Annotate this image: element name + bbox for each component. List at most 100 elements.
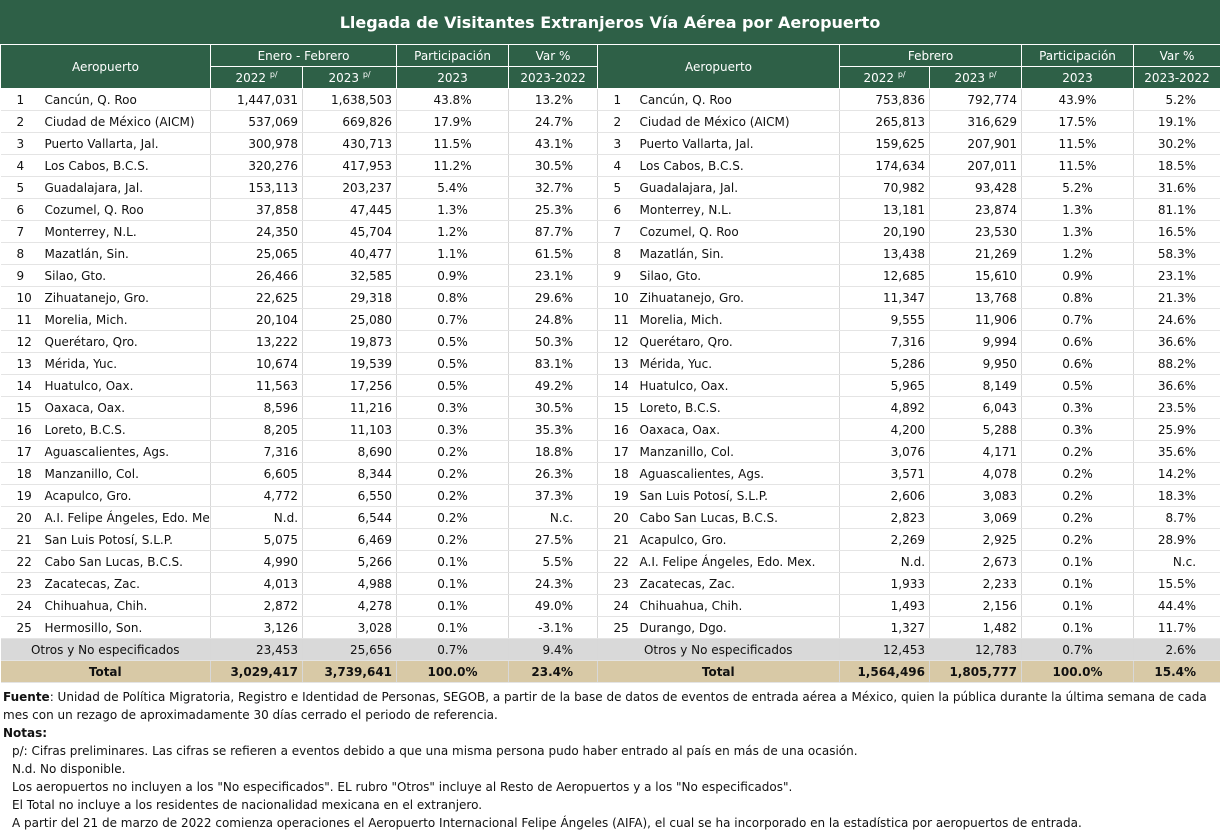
header-var-years: 2023-2022 [508,66,599,89]
value-2023-cell: 8,344 [302,462,398,485]
variation-cell: 27.5% [508,528,599,551]
table-row: 7 Cozumel, Q. Roo 20,190 23,530 1.3% 16.5% [597,220,1220,243]
rank-cell: 10 [597,286,636,309]
value-2023-cell: 6,043 [929,396,1023,419]
variation-cell: 14.2% [1133,462,1220,485]
value-2023-cell: 4,171 [929,440,1023,463]
page-title: Llegada de Visitantes Extranjeros Vía Aé… [0,0,1220,44]
value-2022-cell: 24,350 [210,220,304,243]
value-2022-cell: 5,286 [839,352,931,375]
header-2023: 2023 p/ [302,66,398,89]
table-row: 20 Cabo San Lucas, B.C.S. 2,823 3,069 0.2% 8.… [597,506,1220,529]
table-row: 4 Los Cabos, B.C.S. 174,634 207,011 11.5% 18.… [597,154,1220,177]
variation-cell: 8.7% [1133,506,1220,529]
variation-cell: 36.6% [1133,374,1220,397]
airport-name-cell: Puerto Vallarta, Jal. [635,132,841,155]
table-row: 4 Los Cabos, B.C.S. 320,276 417,953 11.2% 30.… [0,154,599,177]
participation-cell: 11.5% [396,132,510,155]
airport-name-cell: A.I. Felipe Ángeles, Edo. Mex. [635,550,841,573]
airport-name-cell: Cabo San Lucas, B.C.S. [40,550,212,573]
value-2022-cell: 1,447,031 [210,88,304,111]
airport-name-cell: Puerto Vallarta, Jal. [40,132,212,155]
variation-cell: 87.7% [508,220,599,243]
table-row: 10 Zihuatanejo, Gro. 22,625 29,318 0.8% 29.6% [0,286,599,309]
value-2023-cell: 2,925 [929,528,1023,551]
airport-name-cell: Zacatecas, Zac. [635,572,841,595]
rank-cell: 23 [597,572,636,595]
variation-cell: 49.0% [508,594,599,617]
value-2023-cell: 11,103 [302,418,398,441]
rank-cell: 18 [0,462,41,485]
table-row: 25 Hermosillo, Son. 3,126 3,028 0.1% -3.1% [0,616,599,639]
otros-row-label: Otros y No especificados [597,638,841,661]
airport-name-cell: Aguascalientes, Ags. [635,462,841,485]
airport-name-cell: Acapulco, Gro. [40,484,212,507]
participation-cell: 0.7% [396,308,510,331]
table-row: 8 Mazatlán, Sin. 25,065 40,477 1.1% 61.5% [0,242,599,265]
variation-cell: 49.2% [508,374,599,397]
value-2022-cell: 13,438 [839,242,931,265]
rank-cell: 7 [597,220,636,243]
value-2023-cell: 6,469 [302,528,398,551]
value-2022-cell: 2,872 [210,594,304,617]
value-2022-cell: 1,564,496 [839,660,931,683]
value-2022-cell: 4,013 [210,572,304,595]
notas-label: Notas: [3,726,48,740]
variation-cell: 13.2% [508,88,599,111]
airport-name-cell: Aguascalientes, Ags. [40,440,212,463]
value-2022-cell: 159,625 [839,132,931,155]
table-row: 19 San Luis Potosí, S.L.P. 2,606 3,083 0.2% 1… [597,484,1220,507]
variation-cell: 18.3% [1133,484,1220,507]
value-2022-cell: 4,990 [210,550,304,573]
table-row: 22 Cabo San Lucas, B.C.S. 4,990 5,266 0.1% 5.… [0,550,599,573]
header-aeropuerto: Aeropuerto [596,44,841,89]
table-row: 21 Acapulco, Gro. 2,269 2,925 0.2% 28.9% [597,528,1220,551]
variation-cell: 19.1% [1133,110,1220,133]
participation-cell: 0.5% [396,330,510,353]
value-2023-cell: 15,610 [929,264,1023,287]
table-row: 3 Puerto Vallarta, Jal. 159,625 207,901 11.5… [597,132,1220,155]
table-row: 25 Durango, Dgo. 1,327 1,482 0.1% 11.7% [597,616,1220,639]
value-2023-cell: 1,482 [929,616,1023,639]
variation-cell: 30.5% [508,154,599,177]
airport-name-cell: Hermosillo, Son. [40,616,212,639]
participation-cell: 0.2% [396,440,510,463]
airport-name-cell: A.I. Felipe Ángeles, Edo. Mex [40,506,212,529]
rank-cell: 19 [597,484,636,507]
value-2023-cell: 316,629 [929,110,1023,133]
participation-cell: 5.2% [1021,176,1135,199]
value-2023-cell: 417,953 [302,154,398,177]
rank-cell: 5 [597,176,636,199]
value-2023-cell: 23,874 [929,198,1023,221]
rank-cell: 17 [597,440,636,463]
variation-cell: 23.1% [508,264,599,287]
rank-cell: 11 [0,308,41,331]
value-2023-cell: 25,656 [302,638,398,661]
table-row: 1 Cancún, Q. Roo 1,447,031 1,638,503 43.8% 13… [0,88,599,111]
table-row: 6 Cozumel, Q. Roo 37,858 47,445 1.3% 25.3% [0,198,599,221]
rank-cell: 22 [597,550,636,573]
rank-cell: 22 [0,550,41,573]
value-2023-cell: 13,768 [929,286,1023,309]
total-row-label: Total [597,660,841,683]
rank-cell: 17 [0,440,41,463]
value-2023-cell: 29,318 [302,286,398,309]
rank-cell: 24 [597,594,636,617]
value-2022-cell: 23,453 [210,638,304,661]
rank-cell: 8 [597,242,636,265]
variation-cell: 9.4% [508,638,599,661]
table-row: 16 Loreto, B.C.S. 8,205 11,103 0.3% 35.3% [0,418,599,441]
participation-cell: 43.9% [1021,88,1135,111]
variation-cell: 50.3% [508,330,599,353]
rank-cell: 21 [597,528,636,551]
value-2023-cell: 32,585 [302,264,398,287]
participation-cell: 0.6% [1021,330,1135,353]
rank-cell: 12 [0,330,41,353]
variation-cell: 61.5% [508,242,599,265]
airport-name-cell: Guadalajara, Jal. [635,176,841,199]
variation-cell: 15.5% [1133,572,1220,595]
participation-cell: 11.2% [396,154,510,177]
rank-cell: 14 [0,374,41,397]
airport-name-cell: Querétaro, Qro. [40,330,212,353]
value-2022-cell: 20,190 [839,220,931,243]
